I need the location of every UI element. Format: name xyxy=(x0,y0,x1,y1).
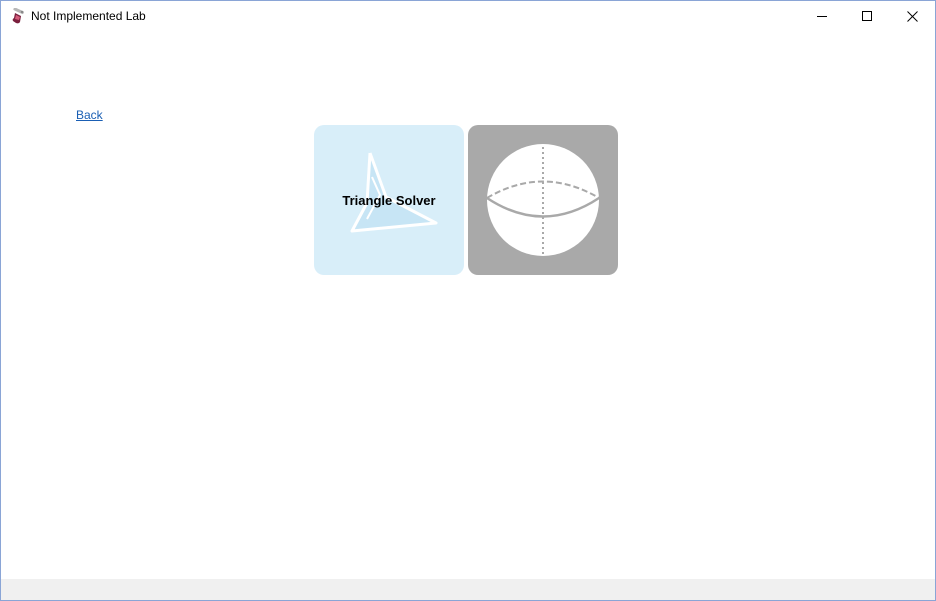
minimize-icon xyxy=(817,16,827,17)
maximize-button[interactable] xyxy=(845,1,890,31)
title-bar[interactable]: Not Implemented Lab xyxy=(1,1,935,31)
maximize-icon xyxy=(862,11,872,21)
close-button[interactable] xyxy=(890,1,935,31)
back-link[interactable]: Back xyxy=(76,108,103,123)
minimize-button[interactable] xyxy=(800,1,845,31)
window-title: Not Implemented Lab xyxy=(31,9,146,23)
tile-label: Triangle Solver xyxy=(342,193,436,208)
sphere-icon xyxy=(486,137,600,271)
tile-sphere[interactable] xyxy=(468,125,618,275)
tile-triangle-solver[interactable]: Triangle Solver xyxy=(314,125,464,275)
flask-icon xyxy=(10,7,27,25)
app-window: Not Implemented Lab Back Triangle Solver xyxy=(0,0,936,601)
close-icon xyxy=(907,11,918,22)
status-bar xyxy=(1,579,935,600)
